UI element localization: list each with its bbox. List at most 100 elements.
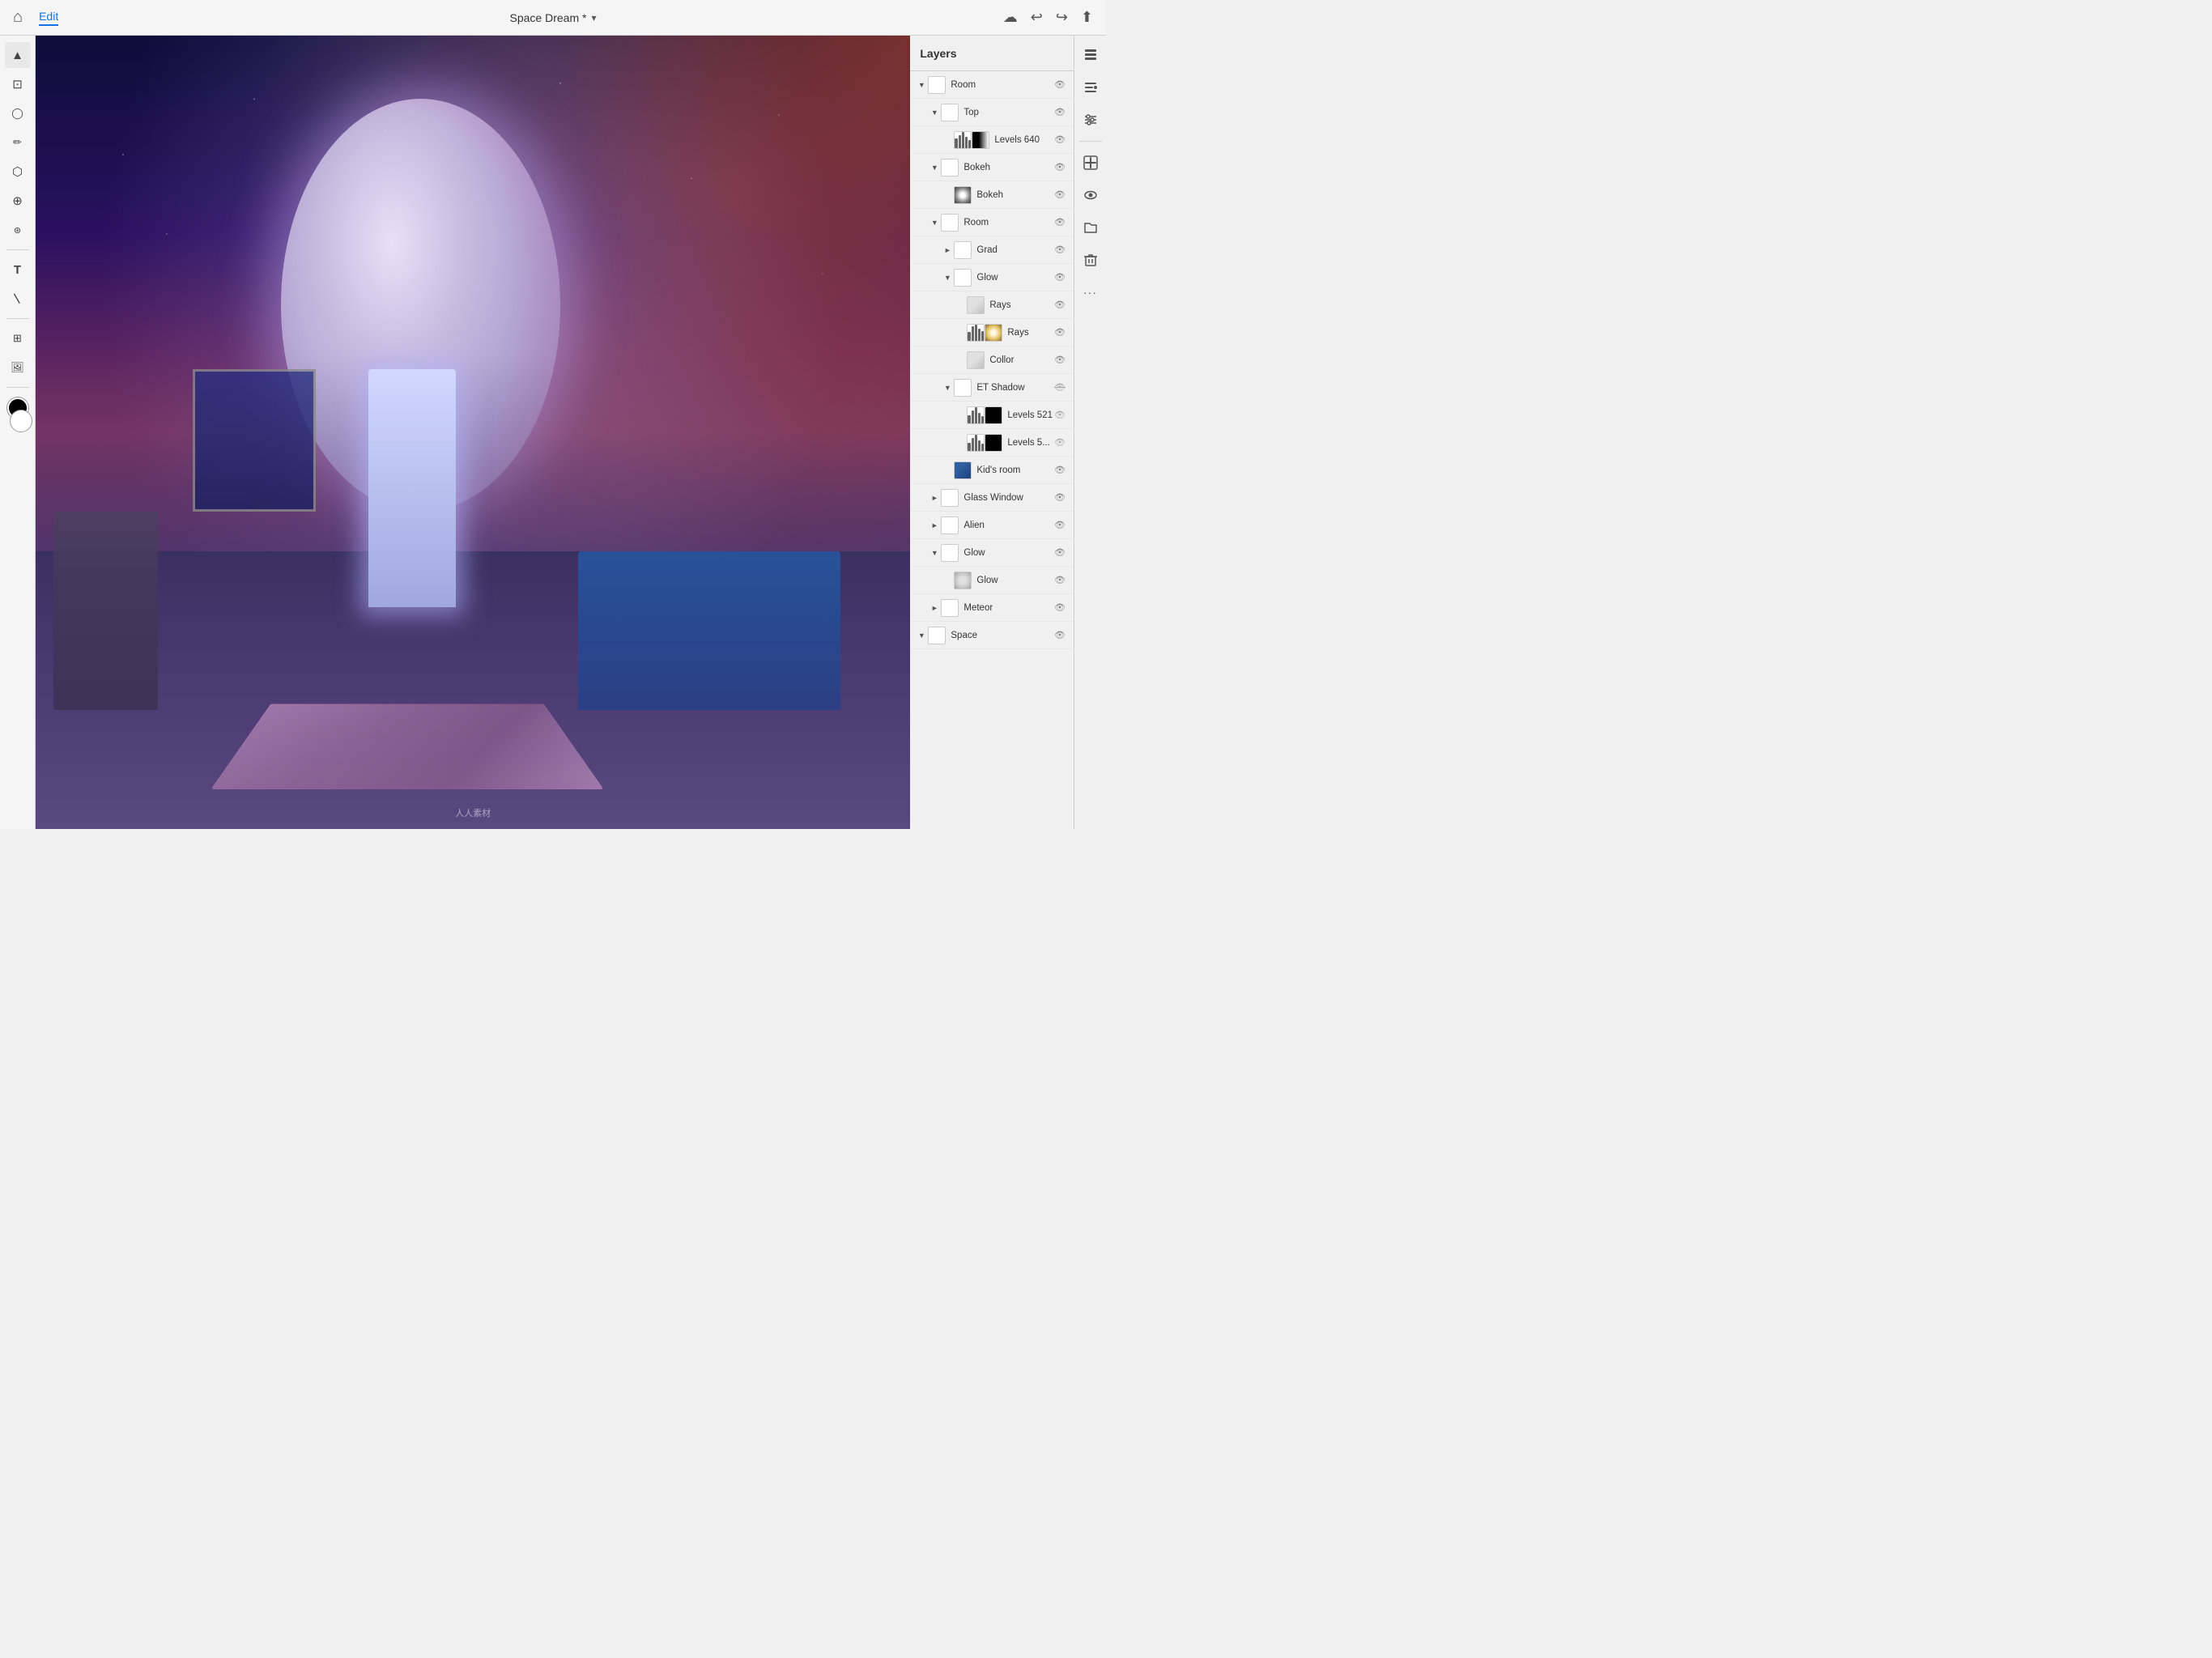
brush-icon: ✏	[13, 136, 22, 149]
layer-arrow[interactable]	[917, 631, 926, 640]
layer-item[interactable]: Glow 👁	[910, 567, 1074, 594]
layer-visibility-icon[interactable]: 👁	[1053, 105, 1067, 120]
visibility-icon[interactable]	[1078, 182, 1104, 208]
eraser-tool[interactable]: ⬡	[5, 159, 31, 185]
brush-tool[interactable]: ✏	[5, 130, 31, 155]
layer-visibility-icon[interactable]: 👁	[1053, 298, 1067, 312]
layer-arrow[interactable]	[929, 521, 939, 530]
layer-visibility-icon[interactable]: 👁	[1053, 546, 1067, 560]
layer-visibility-icon[interactable]: 👁	[1053, 628, 1067, 643]
clone-tool[interactable]: ⊕	[5, 188, 31, 214]
heal-tool[interactable]: ⊛	[5, 217, 31, 243]
smart-object-tool[interactable]: ⊞	[5, 325, 31, 351]
cloud-icon[interactable]: ☁	[1003, 9, 1018, 26]
add-layer-icon[interactable]	[1078, 150, 1104, 176]
layer-visibility-icon[interactable]: 👁	[1053, 160, 1067, 175]
layer-thumb	[954, 461, 972, 479]
layer-item[interactable]: Glow 👁	[910, 539, 1074, 567]
layer-visibility-icon[interactable]: 👁	[1053, 270, 1067, 285]
layer-visibility-icon[interactable]: 👁	[1053, 573, 1067, 588]
layer-arrow[interactable]	[917, 80, 926, 90]
layer-arrow[interactable]	[929, 548, 939, 558]
lasso-tool[interactable]: ◯	[5, 100, 31, 126]
layer-item[interactable]: Meteor 👁	[910, 594, 1074, 622]
layer-visibility-icon[interactable]: 👁	[1053, 78, 1067, 92]
layer-visibility-icon[interactable]: 👁	[1053, 353, 1067, 368]
layer-name: Levels 521	[1007, 410, 1053, 420]
layer-item[interactable]: Glass Window 👁	[910, 484, 1074, 512]
layer-item[interactable]: Space 👁	[910, 622, 1074, 649]
layer-item[interactable]: Levels 521 👁	[910, 402, 1074, 429]
layer-visibility-icon[interactable]: 👁	[1053, 188, 1067, 202]
layer-item[interactable]: Collor 👁	[910, 346, 1074, 374]
layer-name: Glass Window	[963, 493, 1053, 503]
text-tool[interactable]: T	[5, 257, 31, 283]
layer-name: Kid's room	[976, 466, 1053, 475]
layer-item[interactable]: Grad 👁	[910, 236, 1074, 264]
layer-visibility-icon[interactable]: 👁	[1053, 436, 1067, 450]
layers-panel-icon[interactable]	[1078, 42, 1104, 68]
folder-icon[interactable]	[1078, 215, 1104, 240]
layer-arrow[interactable]	[942, 273, 952, 283]
more-options-icon[interactable]: ···	[1078, 279, 1104, 305]
layer-item[interactable]: Kid's room 👁	[910, 457, 1074, 484]
layer-item[interactable]: Bokeh 👁	[910, 154, 1074, 181]
delete-layer-icon[interactable]	[1078, 247, 1104, 273]
layer-thumb	[941, 517, 959, 534]
layer-arrow[interactable]	[942, 245, 952, 255]
layer-visibility-icon[interactable]: 👁	[1053, 518, 1067, 533]
layer-item[interactable]: Levels 5... 👁	[910, 429, 1074, 457]
layer-item[interactable]: Glow 👁	[910, 264, 1074, 291]
layer-visibility-icon[interactable]: 👁	[1053, 463, 1067, 478]
layers-list[interactable]: Room 👁 Top 👁	[910, 71, 1074, 829]
home-icon: ⌂	[13, 8, 23, 27]
layer-item[interactable]: Bokeh 👁	[910, 181, 1074, 209]
layer-item[interactable]: Room 👁	[910, 71, 1074, 99]
image-icon: 🖼	[11, 361, 24, 374]
redo-icon[interactable]: ↪	[1056, 9, 1068, 26]
adjustments-icon[interactable]	[1078, 107, 1104, 133]
layer-item[interactable]: Rays 👁	[910, 319, 1074, 346]
layer-visibility-icon[interactable]: 👁	[1053, 408, 1067, 423]
layer-thumb-preview	[972, 131, 989, 149]
layer-arrow[interactable]	[929, 108, 939, 117]
layer-visibility-icon[interactable]: 👁	[1053, 601, 1067, 615]
transform-tool[interactable]: ⊡	[5, 71, 31, 97]
image-tool[interactable]: 🖼	[5, 355, 31, 380]
select-tool[interactable]: ▲	[5, 42, 31, 68]
layer-thumb	[954, 241, 972, 259]
layer-visibility-icon[interactable]: 👁	[1053, 243, 1067, 257]
layer-item[interactable]: Top 👁	[910, 99, 1074, 126]
properties-icon[interactable]	[1078, 74, 1104, 100]
layer-item[interactable]: Alien 👁	[910, 512, 1074, 539]
layer-arrow[interactable]	[942, 383, 952, 393]
layer-arrow[interactable]	[929, 163, 939, 172]
layer-visibility-icon[interactable]: 👁	[1053, 380, 1067, 395]
layer-name: Room	[951, 80, 1053, 90]
clone-icon: ⊕	[12, 193, 23, 208]
layer-visibility-icon[interactable]: 👁	[1053, 133, 1067, 147]
line-tool[interactable]: /	[5, 286, 31, 312]
layer-thumb	[954, 131, 972, 149]
layer-item[interactable]: ET Shadow 👁	[910, 374, 1074, 402]
layer-visibility-icon[interactable]: 👁	[1053, 491, 1067, 505]
doc-dropdown-icon[interactable]: ▾	[591, 12, 596, 23]
layer-arrow[interactable]	[929, 218, 939, 227]
share-icon[interactable]: ⬆	[1081, 9, 1093, 26]
layer-item[interactable]: Room 👁	[910, 209, 1074, 236]
layer-thumb	[941, 489, 959, 507]
menu-item-edit[interactable]: Edit	[39, 10, 58, 26]
doc-title: Space Dream *	[510, 11, 587, 24]
layer-visibility-icon[interactable]: 👁	[1053, 325, 1067, 340]
home-button[interactable]: ⌂	[13, 8, 23, 27]
undo-icon[interactable]: ↩	[1031, 9, 1043, 26]
layer-visibility-icon[interactable]: 👁	[1053, 215, 1067, 230]
layer-name: Rays	[989, 300, 1053, 310]
foreground-color[interactable]	[11, 410, 32, 432]
layers-title: Layers	[920, 47, 1064, 60]
layer-item[interactable]: Levels 640 👁	[910, 126, 1074, 154]
layer-arrow[interactable]	[929, 493, 939, 503]
layer-arrow[interactable]	[929, 603, 939, 613]
layer-item[interactable]: Rays 👁	[910, 291, 1074, 319]
layer-name: Space	[951, 631, 1053, 640]
